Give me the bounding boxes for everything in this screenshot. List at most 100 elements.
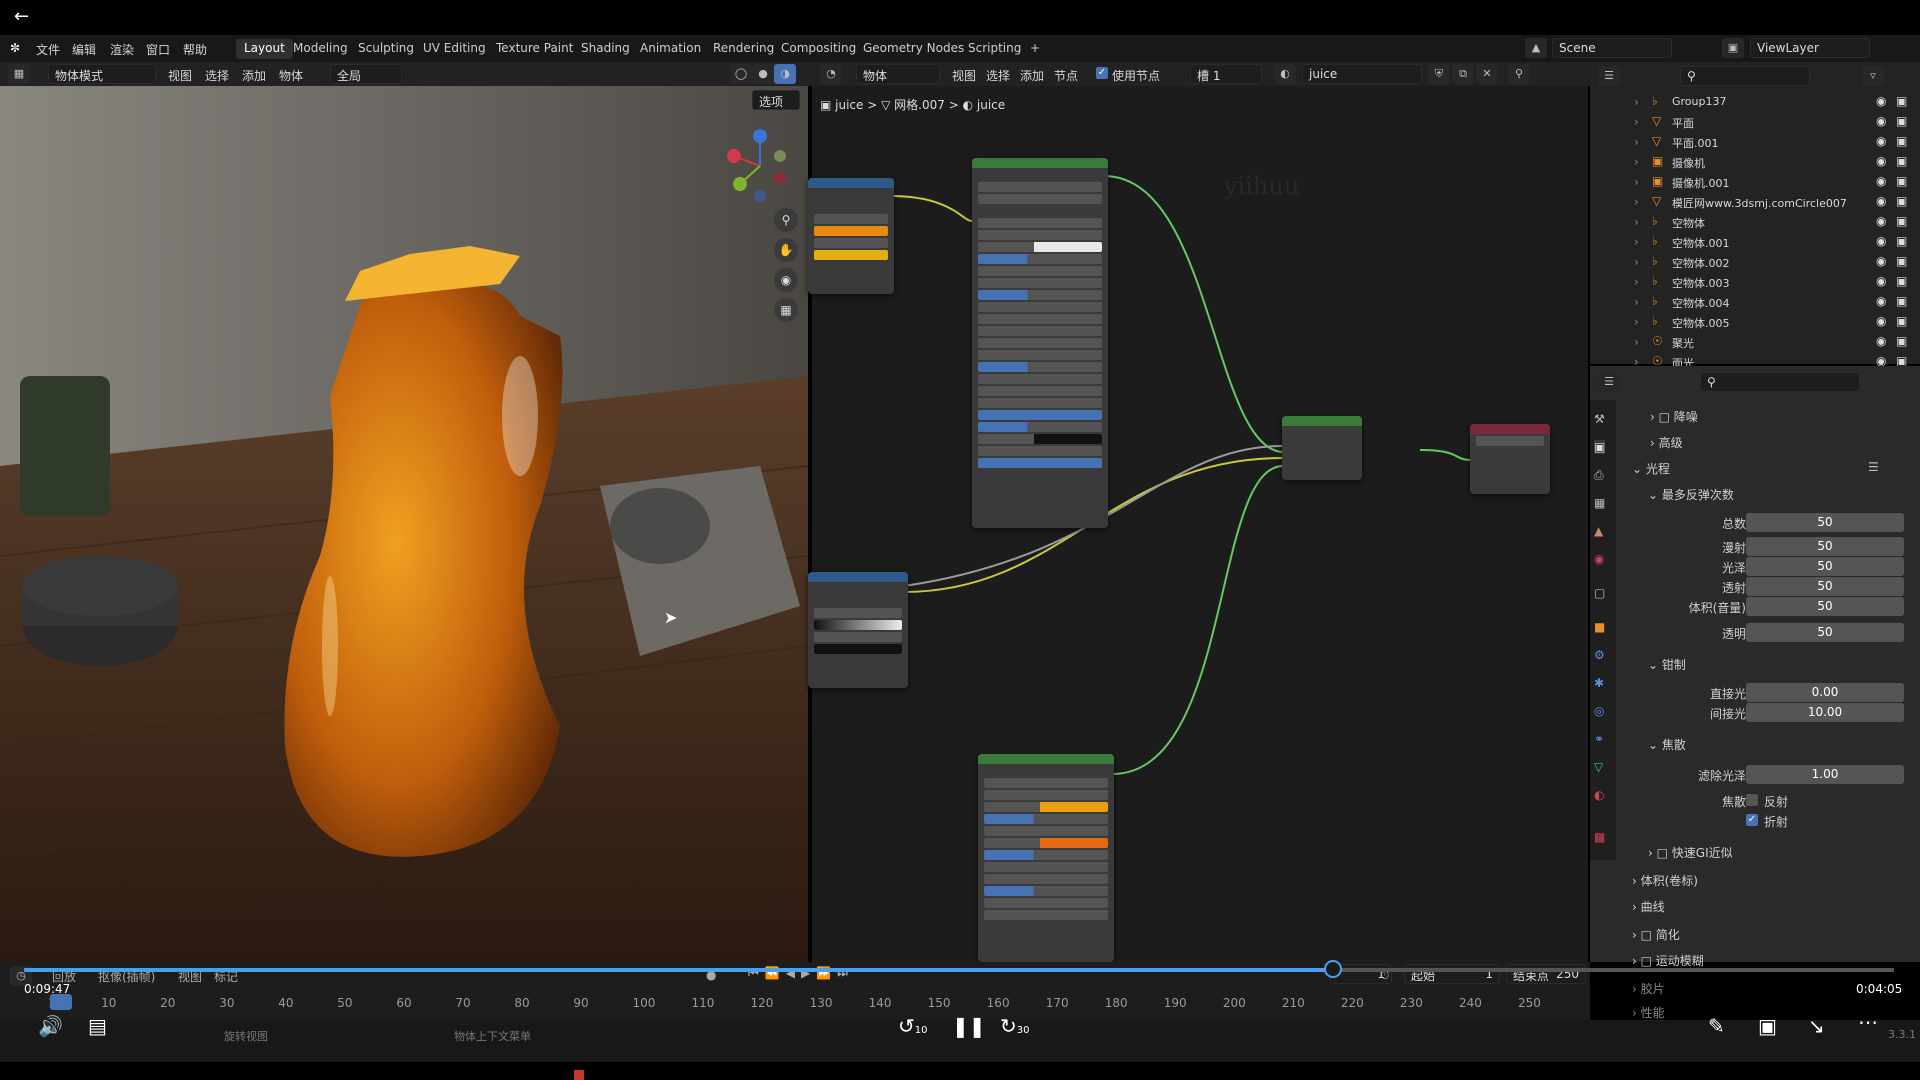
- bounce-value-field[interactable]: 50: [1746, 623, 1904, 642]
- blender-logo-icon[interactable]: ✼: [10, 41, 20, 55]
- node-input-row[interactable]: [978, 302, 1102, 312]
- section-performance[interactable]: › 性能: [1632, 1004, 1665, 1021]
- properties-editor-icon[interactable]: ☰: [1598, 372, 1620, 392]
- node-input-row[interactable]: [978, 458, 1102, 468]
- 3d-viewport[interactable]: 选项 ⚲ ✋ ◉ ▦ ➤: [0, 86, 808, 962]
- tab-animation[interactable]: Animation: [632, 39, 709, 59]
- pin-icon[interactable]: ⚲: [1508, 64, 1530, 84]
- data-tab-icon[interactable]: ▽: [1594, 760, 1603, 774]
- eye-visibility-icon[interactable]: ◉: [1876, 154, 1886, 168]
- eye-visibility-icon[interactable]: ◉: [1876, 114, 1886, 128]
- world-tab-icon[interactable]: ◉: [1594, 552, 1604, 566]
- section-max-bounces[interactable]: ⌄ 最多反弹次数: [1648, 486, 1734, 503]
- chevron-right-icon[interactable]: ›: [1634, 115, 1639, 129]
- chevron-right-icon[interactable]: ›: [1634, 135, 1639, 149]
- render-camera-icon[interactable]: ▣: [1896, 214, 1907, 228]
- color-swatch[interactable]: [984, 838, 1108, 848]
- eye-visibility-icon[interactable]: ◉: [1876, 214, 1886, 228]
- menu-file[interactable]: 文件: [36, 41, 60, 58]
- render-camera-icon[interactable]: ▣: [1896, 134, 1907, 148]
- section-volumes[interactable]: › 体积(卷标): [1632, 872, 1698, 889]
- player-progress-track[interactable]: [24, 968, 1894, 972]
- reflective-checkbox[interactable]: [1746, 794, 1758, 806]
- pause-icon[interactable]: ❚❚: [952, 1014, 986, 1038]
- principled-bsdf-node-2[interactable]: [978, 754, 1114, 962]
- color-swatch[interactable]: [984, 802, 1108, 812]
- filter-glossy-field[interactable]: 1.00: [1746, 765, 1904, 784]
- modifier-tab-icon[interactable]: ⚙: [1594, 648, 1605, 662]
- eye-visibility-icon[interactable]: ◉: [1876, 174, 1886, 188]
- chevron-right-icon[interactable]: ›: [1634, 155, 1639, 169]
- view-layer-icon[interactable]: ▣: [1722, 38, 1744, 58]
- unlink-material-icon[interactable]: ✕: [1476, 64, 1498, 84]
- outliner-row[interactable]: › ♭ 空物体.005 ◉ ▣: [1590, 312, 1920, 332]
- rendered-shading-icon[interactable]: ◑: [774, 64, 796, 84]
- tab-texture-paint[interactable]: Texture Paint: [488, 39, 581, 59]
- tab-geometry-nodes[interactable]: Geometry Nodes: [855, 39, 972, 59]
- outliner-row[interactable]: › ▽ 模匠网www.3dsmj.comCircle007 ◉ ▣: [1590, 192, 1920, 212]
- scene-icon[interactable]: ▲: [1525, 38, 1547, 58]
- menu-help[interactable]: 帮助: [183, 41, 207, 58]
- node-input-row[interactable]: [978, 218, 1102, 228]
- eye-visibility-icon[interactable]: ◉: [1876, 274, 1886, 288]
- section-denoise[interactable]: › □ 降噪: [1650, 408, 1698, 425]
- bounce-value-field[interactable]: 50: [1746, 537, 1904, 556]
- solid-shading-icon[interactable]: ●: [752, 64, 774, 84]
- chevron-right-icon[interactable]: ›: [1634, 255, 1639, 269]
- physics-tab-icon[interactable]: ◎: [1594, 704, 1604, 718]
- chevron-right-icon[interactable]: ›: [1634, 215, 1639, 229]
- mode-select[interactable]: 物体模式: [48, 64, 156, 84]
- gizmo-y-icon[interactable]: [733, 177, 747, 191]
- object-tab-icon[interactable]: ■: [1594, 620, 1605, 634]
- node-input-row[interactable]: [978, 290, 1102, 300]
- scene-field[interactable]: Scene: [1552, 38, 1672, 58]
- eye-visibility-icon[interactable]: ◉: [1876, 334, 1886, 348]
- chevron-right-icon[interactable]: ›: [1634, 175, 1639, 189]
- eye-visibility-icon[interactable]: ◉: [1876, 314, 1886, 328]
- outliner-row[interactable]: › ♭ 空物体.003 ◉ ▣: [1590, 272, 1920, 292]
- node-input-row[interactable]: [978, 194, 1102, 204]
- color-ramp[interactable]: [814, 620, 902, 630]
- material-slot-select[interactable]: 槽 1: [1190, 64, 1262, 84]
- material-tab-icon[interactable]: ◐: [1594, 788, 1604, 802]
- chevron-right-icon[interactable]: ›: [1634, 235, 1639, 249]
- mix-shader-node[interactable]: [1282, 416, 1362, 480]
- node-input-row[interactable]: [978, 182, 1102, 192]
- tab-uv-editing[interactable]: UV Editing: [415, 39, 494, 59]
- eye-visibility-icon[interactable]: ◉: [1876, 94, 1886, 108]
- skip-back-icon[interactable]: ↺10: [898, 1014, 928, 1038]
- outliner-row[interactable]: › ☉ 聚光 ◉ ▣: [1590, 332, 1920, 352]
- color-swatch[interactable]: [814, 250, 888, 260]
- more-options-icon[interactable]: ⋯: [1858, 1010, 1878, 1034]
- fake-user-shield-icon[interactable]: ⛨: [1428, 64, 1450, 84]
- vp-menu-view[interactable]: 视图: [168, 67, 192, 84]
- render-camera-icon[interactable]: ▣: [1896, 274, 1907, 288]
- outliner-row[interactable]: › ♭ 空物体.001 ◉ ▣: [1590, 232, 1920, 252]
- outliner-row[interactable]: › ♭ 空物体.002 ◉ ▣: [1590, 252, 1920, 272]
- presets-list-icon[interactable]: ☰: [1868, 460, 1879, 474]
- texture-node-2[interactable]: [808, 572, 908, 688]
- node-menu-select[interactable]: 选择: [986, 67, 1010, 84]
- bounce-value-field[interactable]: 50: [1746, 557, 1904, 576]
- vp-menu-add[interactable]: 添加: [242, 67, 266, 84]
- eye-visibility-icon[interactable]: ◉: [1876, 234, 1886, 248]
- node-input-row[interactable]: [984, 826, 1108, 836]
- node-input-row[interactable]: [978, 314, 1102, 324]
- shader-type-select[interactable]: 物体: [856, 64, 940, 84]
- node-input-row[interactable]: [978, 254, 1102, 264]
- view-layer-field[interactable]: ViewLayer: [1750, 38, 1870, 58]
- zoom-icon[interactable]: ⚲: [774, 208, 798, 232]
- eye-visibility-icon[interactable]: ◉: [1876, 134, 1886, 148]
- outliner-row[interactable]: › ▣ 摄像机 ◉ ▣: [1590, 152, 1920, 172]
- node-input-row[interactable]: [984, 814, 1108, 824]
- node-input-row[interactable]: [1476, 436, 1544, 446]
- color-swatch[interactable]: [978, 434, 1102, 444]
- vp-menu-object[interactable]: 物体: [279, 67, 303, 84]
- vp-menu-select[interactable]: 选择: [205, 67, 229, 84]
- node-input-row[interactable]: [978, 374, 1102, 384]
- skip-forward-icon[interactable]: ↻30: [1000, 1014, 1030, 1038]
- output-tab-icon[interactable]: ⎙: [1594, 468, 1604, 483]
- render-tab-icon[interactable]: ▣: [1594, 440, 1606, 454]
- node-input-row[interactable]: [814, 214, 888, 224]
- section-curves[interactable]: › 曲线: [1632, 898, 1665, 915]
